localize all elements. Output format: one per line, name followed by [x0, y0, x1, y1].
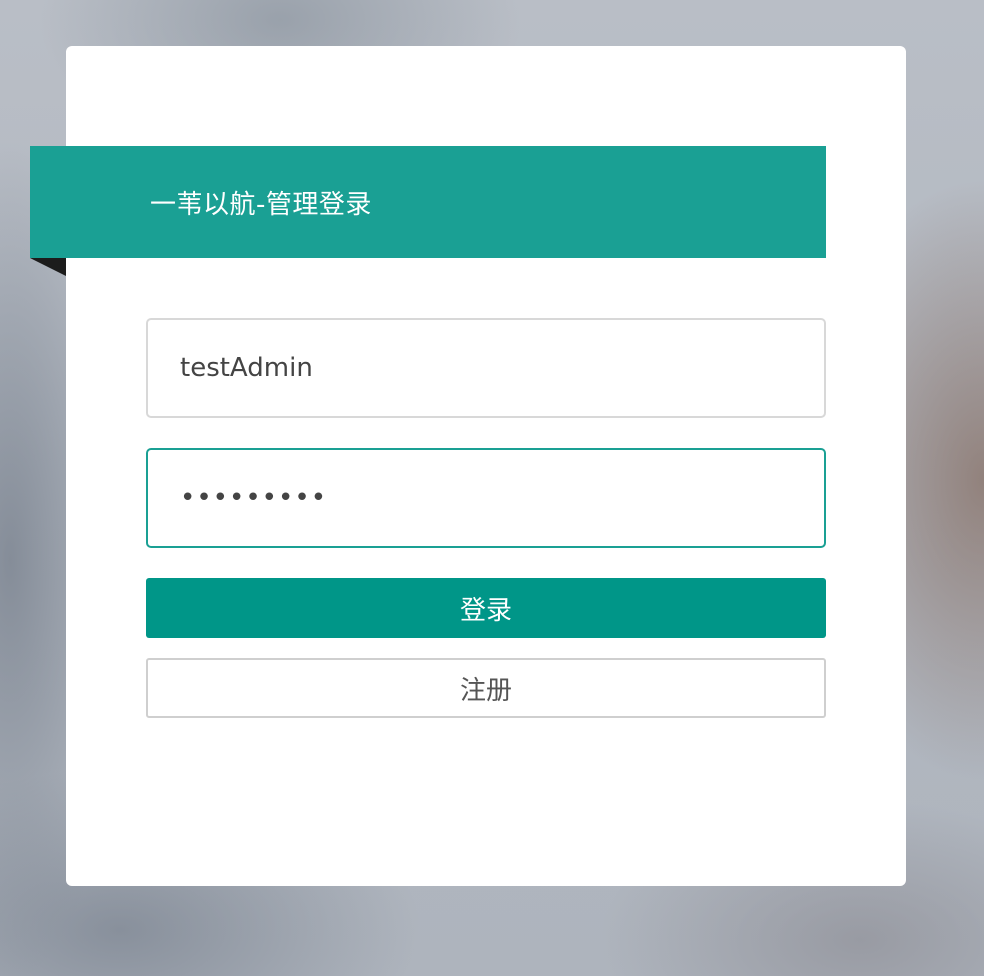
page-title: 一苇以航-管理登录: [150, 189, 372, 220]
username-input[interactable]: [146, 318, 826, 418]
title-ribbon: 一苇以航-管理登录: [30, 146, 826, 258]
register-button[interactable]: 注册: [146, 658, 826, 718]
login-button[interactable]: 登录: [146, 578, 826, 638]
password-input[interactable]: [146, 448, 826, 548]
ribbon-fold: [30, 258, 66, 276]
